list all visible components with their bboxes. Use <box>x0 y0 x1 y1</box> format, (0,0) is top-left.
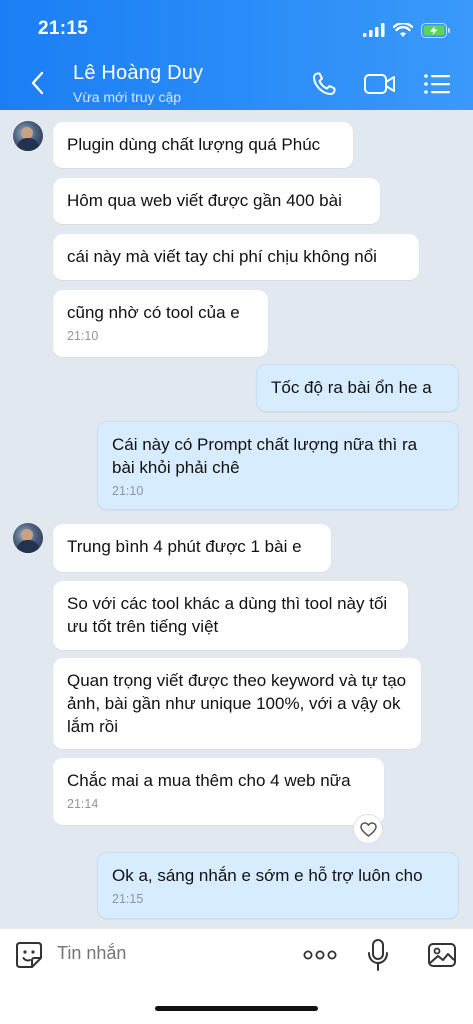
message-text: Ok a, sáng nhắn e sớm e hỗ trợ luôn cho <box>112 866 423 885</box>
gallery-button[interactable] <box>426 939 458 971</box>
incoming-message[interactable]: Plugin dùng chất lượng quá Phúc <box>53 122 353 168</box>
more-dots-icon <box>303 950 337 960</box>
message-text: Cái này có Prompt chất lượng nữa thì ra … <box>112 435 418 477</box>
message-time: 21:15 <box>112 892 144 906</box>
microphone-icon <box>368 939 388 971</box>
outgoing-message[interactable]: Tốc độ ra bài ổn he a <box>256 364 459 412</box>
battery-charging-icon <box>421 22 450 38</box>
contact-name[interactable]: Lê Hoàng Duy <box>73 62 203 85</box>
message-text: Tốc độ ra bài ổn he a <box>271 378 432 397</box>
contact-avatar[interactable] <box>13 523 43 553</box>
incoming-message[interactable]: Chắc mai a mua thêm cho 4 web nữa 21:14 <box>53 758 384 825</box>
contact-avatar[interactable] <box>13 121 43 151</box>
list-menu-icon <box>424 74 450 94</box>
incoming-message[interactable]: cái này mà viết tay chi phí chịu không n… <box>53 234 419 280</box>
message-input[interactable] <box>57 943 277 964</box>
message-time: 21:10 <box>67 329 99 343</box>
react-button[interactable] <box>353 814 383 844</box>
chat-header: 21:15 Lê Hoàng Duy Vừa mới truy cập <box>0 0 473 110</box>
chevron-left-icon <box>31 71 44 95</box>
message-time: 21:14 <box>67 797 99 811</box>
voice-record-button[interactable] <box>364 937 392 973</box>
message-time: 21:10 <box>112 484 144 498</box>
incoming-message[interactable]: Quan trọng viết được theo keyword và tự … <box>53 658 421 749</box>
call-button[interactable] <box>308 68 340 100</box>
wifi-icon <box>393 22 413 37</box>
message-text: So với các tool khác a dùng thì tool này… <box>67 594 388 636</box>
heart-icon <box>359 821 377 837</box>
message-text: cũng nhờ có tool của e <box>67 303 240 322</box>
video-call-button[interactable] <box>362 68 398 100</box>
message-text: cái này mà viết tay chi phí chịu không n… <box>67 247 377 266</box>
message-text: Chắc mai a mua thêm cho 4 web nữa <box>67 771 351 790</box>
home-indicator <box>155 1006 318 1011</box>
video-camera-icon <box>364 74 395 94</box>
status-bar-icons <box>363 20 451 40</box>
cellular-signal-icon <box>363 23 385 37</box>
message-text: Trung bình 4 phút được 1 bài e <box>67 537 302 556</box>
incoming-message[interactable]: cũng nhờ có tool của e 21:10 <box>53 290 268 357</box>
image-gallery-icon <box>428 943 456 967</box>
smiley-sticker-icon <box>16 942 42 968</box>
outgoing-message[interactable]: Ok a, sáng nhắn e sớm e hỗ trợ luôn cho … <box>97 852 459 919</box>
sticker-button[interactable] <box>13 939 45 971</box>
incoming-message[interactable]: Trung bình 4 phút được 1 bài e <box>53 524 331 572</box>
outgoing-message[interactable]: Cái này có Prompt chất lượng nữa thì ra … <box>97 421 459 510</box>
chat-menu-button[interactable] <box>421 68 453 100</box>
contact-status: Vừa mới truy cập <box>73 89 182 105</box>
message-text: Quan trọng viết được theo keyword và tự … <box>67 671 407 736</box>
message-text: Plugin dùng chất lượng quá Phúc <box>67 135 321 154</box>
phone-icon <box>313 72 336 95</box>
back-button[interactable] <box>22 64 52 102</box>
message-text: Hôm qua web viết được gần 400 bài <box>67 191 342 210</box>
more-button[interactable] <box>302 941 338 969</box>
status-bar-time: 21:15 <box>38 18 89 39</box>
incoming-message[interactable]: Hôm qua web viết được gần 400 bài <box>53 178 380 224</box>
incoming-message[interactable]: So với các tool khác a dùng thì tool này… <box>53 581 408 650</box>
